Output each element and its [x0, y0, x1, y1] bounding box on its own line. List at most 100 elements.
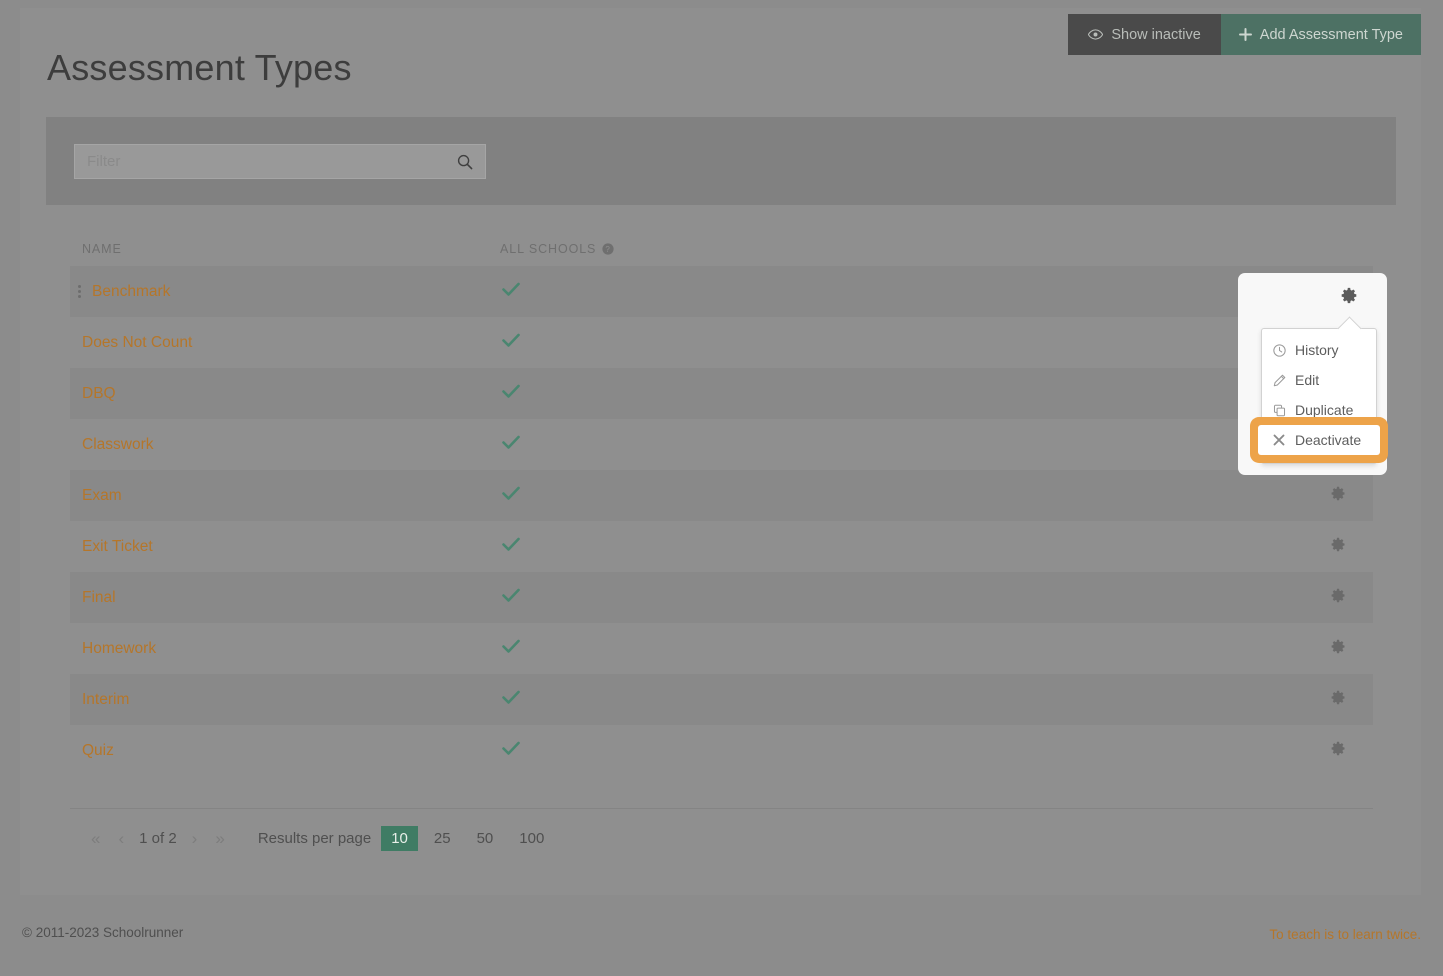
menu-item-label: Edit — [1295, 372, 1320, 388]
table-header-row: NAME ALL SCHOOLS ? — [70, 232, 1373, 266]
assessment-type-link[interactable]: Exam — [82, 487, 122, 505]
table-row[interactable]: Quiz — [70, 725, 1373, 776]
cell-all-schools — [500, 384, 1303, 404]
table-row[interactable]: Does Not Count — [70, 317, 1373, 368]
eye-icon — [1088, 29, 1104, 40]
table-row[interactable]: Exam — [70, 470, 1373, 521]
table-row[interactable]: Homework — [70, 623, 1373, 674]
menu-item-label: Deactivate — [1295, 432, 1362, 448]
check-icon — [502, 537, 520, 556]
cell-name: Interim — [70, 691, 500, 709]
assessment-type-link[interactable]: Quiz — [82, 742, 114, 760]
drag-handle-icon[interactable] — [76, 285, 82, 298]
gear-icon[interactable] — [1331, 690, 1346, 710]
show-inactive-label: Show inactive — [1111, 26, 1201, 43]
page-title: Assessment Types — [47, 47, 352, 88]
column-header-all-schools: ALL SCHOOLS ? — [500, 242, 1303, 256]
assessment-type-link[interactable]: Exit Ticket — [82, 538, 153, 556]
search-icon — [457, 154, 473, 170]
assessment-type-link[interactable]: DBQ — [82, 385, 116, 403]
table-row[interactable]: Benchmark — [70, 266, 1373, 317]
cell-all-schools — [500, 690, 1303, 710]
footer-copyright: © 2011-2023 Schoolrunner — [22, 925, 184, 940]
results-per-page-option[interactable]: 10 — [381, 826, 418, 851]
gear-icon[interactable] — [1331, 588, 1346, 608]
show-inactive-button[interactable]: Show inactive — [1068, 14, 1221, 55]
cell-name: DBQ — [70, 385, 500, 403]
add-assessment-type-button[interactable]: Add Assessment Type — [1220, 14, 1421, 55]
check-icon — [502, 588, 520, 607]
row-actions-button[interactable] — [1303, 690, 1373, 710]
assessment-type-link[interactable]: Final — [82, 589, 116, 607]
results-per-page-option[interactable]: 50 — [467, 826, 504, 851]
filter-input[interactable] — [75, 153, 445, 170]
menu-item-deactivate[interactable]: Deactivate — [1258, 425, 1380, 455]
check-icon — [502, 486, 520, 505]
search-button[interactable] — [445, 145, 485, 178]
table-row[interactable]: Exit Ticket — [70, 521, 1373, 572]
check-icon — [502, 741, 520, 760]
check-icon — [502, 282, 520, 301]
row-actions-button[interactable] — [1303, 537, 1373, 557]
cell-all-schools — [500, 435, 1303, 455]
pagination-prev-button[interactable]: ‹ — [109, 830, 133, 847]
table-bottom-divider — [70, 808, 1373, 809]
cell-all-schools — [500, 537, 1303, 557]
table-row[interactable]: DBQ — [70, 368, 1373, 419]
check-icon — [502, 333, 520, 352]
gear-icon[interactable] — [1331, 741, 1346, 761]
cell-all-schools — [500, 639, 1303, 659]
pagination-next-button[interactable]: › — [183, 830, 207, 847]
add-assessment-type-label: Add Assessment Type — [1259, 26, 1403, 43]
page-actions: Show inactive Add Assessment Type — [1068, 14, 1421, 55]
table-body: Benchmark Does Not Count DBQ Classwork Exam E… — [70, 266, 1373, 776]
assessment-type-link[interactable]: Homework — [82, 640, 156, 658]
results-per-page-label: Results per page — [257, 830, 372, 847]
column-header-all-schools-label: ALL SCHOOLS — [500, 242, 597, 256]
table-row[interactable]: Interim — [70, 674, 1373, 725]
clock-icon — [1272, 343, 1286, 357]
column-header-name: NAME — [82, 242, 122, 256]
question-circle-icon[interactable]: ? — [602, 243, 614, 255]
gear-icon[interactable] — [1331, 486, 1346, 506]
cell-all-schools — [500, 282, 1303, 302]
table-row[interactable]: Classwork — [70, 419, 1373, 470]
row-actions-button[interactable] — [1303, 639, 1373, 659]
row-actions-button[interactable] — [1303, 588, 1373, 608]
filter-input-wrapper[interactable] — [74, 144, 486, 179]
assessment-type-link[interactable]: Interim — [82, 691, 129, 709]
assessment-types-table: NAME ALL SCHOOLS ? Benchmark Does Not Cou… — [70, 232, 1373, 776]
results-per-page-option[interactable]: 25 — [424, 826, 461, 851]
results-per-page-option[interactable]: 100 — [509, 826, 554, 851]
row-actions-button[interactable] — [1303, 486, 1373, 506]
pagination-page-label: 1 of 2 — [139, 830, 177, 847]
assessment-type-link[interactable]: Benchmark — [92, 283, 170, 301]
menu-item-label: Duplicate — [1295, 402, 1354, 418]
gear-icon[interactable] — [1331, 537, 1346, 557]
check-icon — [502, 435, 520, 454]
assessment-type-link[interactable]: Does Not Count — [82, 334, 192, 352]
gear-icon[interactable] — [1331, 639, 1346, 659]
menu-item-label: History — [1295, 342, 1339, 358]
pagination: « ‹ 1 of 2 › » Results per page 10 25 50 10… — [82, 826, 560, 851]
table-row[interactable]: Final — [70, 572, 1373, 623]
cell-name: Does Not Count — [70, 334, 500, 352]
menu-item-edit[interactable]: Edit — [1262, 365, 1376, 395]
results-per-page-options: 10 25 50 100 — [381, 826, 560, 851]
x-icon — [1272, 434, 1286, 446]
menu-item-history[interactable]: History — [1262, 335, 1376, 365]
cell-name: Exam — [70, 487, 500, 505]
filter-bar — [46, 117, 1396, 205]
page-root: Show inactive Add Assessment Type Assess… — [0, 0, 1443, 976]
footer-tagline: To teach is to learn twice. — [1269, 927, 1421, 942]
pagination-last-button[interactable]: » — [206, 830, 233, 847]
gear-icon[interactable] — [1341, 287, 1358, 309]
assessment-type-link[interactable]: Classwork — [82, 436, 153, 454]
row-actions-button[interactable] — [1303, 741, 1373, 761]
cell-name: Quiz — [70, 742, 500, 760]
plus-icon — [1238, 28, 1252, 41]
pagination-first-button[interactable]: « — [82, 830, 109, 847]
svg-text:?: ? — [606, 245, 611, 254]
menu-item-duplicate[interactable]: Duplicate — [1262, 395, 1376, 425]
pencil-icon — [1272, 374, 1286, 387]
